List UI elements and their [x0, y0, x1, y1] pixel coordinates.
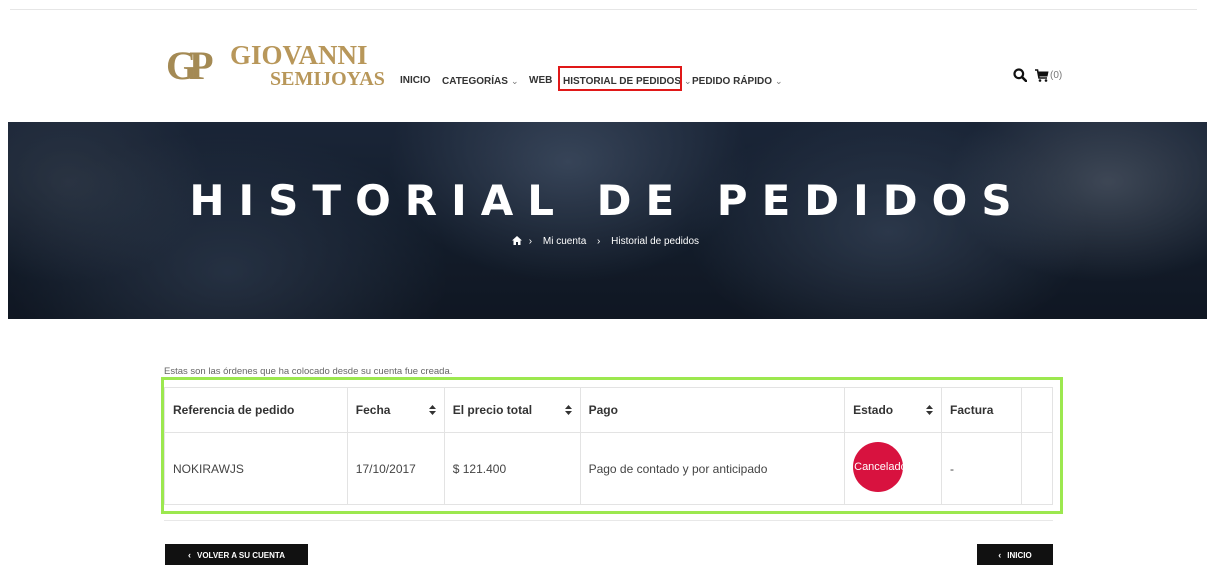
- cart-icon[interactable]: [1035, 69, 1049, 82]
- back-to-account-button[interactable]: ‹ VOLVER A SU CUENTA: [165, 544, 308, 565]
- back-button-label: VOLVER A SU CUENTA: [196, 550, 285, 560]
- breadcrumb-current: Historial de pedidos: [611, 236, 699, 247]
- column-header-date[interactable]: Fecha: [346, 387, 445, 433]
- breadcrumb-separator: ›: [597, 236, 601, 247]
- status-badge: Cancelado: [853, 442, 904, 492]
- column-header-payment: Pago: [579, 387, 846, 433]
- column-header-status[interactable]: Estado: [844, 387, 943, 433]
- column-header-invoice: Factura: [941, 387, 1022, 433]
- order-reference[interactable]: NOKIRAWJS: [164, 432, 348, 505]
- page-banner: HISTORIAL DE PEDIDOS › Mi cuenta › Histo…: [8, 122, 1207, 319]
- nav-label: CATEGORÍAS: [442, 76, 508, 87]
- breadcrumb: › Mi cuenta › Historial de pedidos: [8, 236, 1207, 247]
- order-invoice: -: [941, 432, 1022, 505]
- logo-name: GIOVANNI: [230, 40, 368, 70]
- sort-icon[interactable]: [564, 405, 572, 415]
- cart-count[interactable]: (0): [1050, 70, 1062, 81]
- home-button[interactable]: ‹ INICIO: [977, 544, 1053, 565]
- chevron-down-icon: ⌄: [510, 76, 519, 86]
- order-status-cell: Cancelado: [844, 432, 943, 505]
- chevron-down-icon: ⌄: [683, 76, 692, 86]
- logo-subtitle: SEMIJOYAS: [270, 68, 385, 90]
- home-button-label: INICIO: [1007, 550, 1032, 560]
- nav-item-categorias[interactable]: CATEGORÍAS ⌄: [442, 72, 518, 91]
- nav-item-pedido-rapido[interactable]: PEDIDO RÁPIDO ⌄: [692, 72, 783, 91]
- chevron-left-icon: ‹: [187, 550, 191, 560]
- nav-item-web[interactable]: WEB: [529, 72, 552, 90]
- sort-icon[interactable]: [428, 405, 436, 415]
- order-total: $ 121.400: [443, 432, 581, 505]
- nav-item-inicio[interactable]: INICIO: [400, 72, 431, 90]
- nav-highlight-box: [558, 66, 682, 91]
- breadcrumb-mi-cuenta[interactable]: Mi cuenta: [543, 236, 586, 247]
- home-icon[interactable]: [512, 236, 522, 245]
- nav-label: INICIO: [400, 75, 431, 86]
- page-title: HISTORIAL DE PEDIDOS: [189, 176, 1026, 225]
- column-header-total[interactable]: El precio total: [443, 387, 581, 433]
- sort-icon[interactable]: [926, 405, 934, 415]
- top-divider: [10, 9, 1197, 10]
- brand-logo[interactable]: GP GIOVANNI SEMIJOYAS: [166, 40, 386, 95]
- logo-monogram: GP: [166, 43, 213, 88]
- column-header-actions: [1021, 387, 1053, 433]
- column-header-reference[interactable]: Referencia de pedido: [164, 387, 348, 433]
- table-row: NOKIRAWJS 17/10/2017 $ 121.400 Pago de c…: [164, 432, 1053, 505]
- table-header-row: Referencia de pedido Fecha El precio tot…: [164, 387, 1053, 433]
- content-divider: [164, 520, 1053, 521]
- order-actions: [1021, 432, 1053, 505]
- search-icon[interactable]: [1013, 68, 1027, 82]
- orders-table: Referencia de pedido Fecha El precio tot…: [164, 387, 1053, 505]
- chevron-down-icon: ⌄: [775, 76, 783, 86]
- order-payment: Pago de contado y por anticipado: [579, 432, 846, 505]
- intro-text: Estas son las órdenes que ha colocado de…: [164, 366, 453, 377]
- chevron-left-icon: ‹: [998, 550, 1002, 560]
- nav-label: PEDIDO RÁPIDO: [692, 76, 773, 87]
- breadcrumb-separator: ›: [528, 236, 533, 247]
- nav-label: WEB: [529, 75, 553, 86]
- order-date: 17/10/2017: [346, 432, 445, 505]
